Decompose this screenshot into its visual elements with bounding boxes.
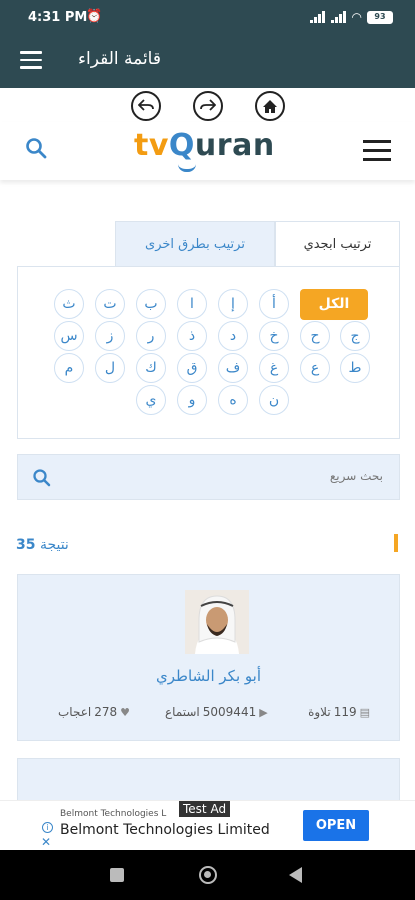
like-label: اعجاب	[58, 705, 92, 719]
letter-button[interactable]: ي	[136, 385, 166, 415]
document-icon: ▤	[359, 705, 370, 719]
listen-count: 5009441	[202, 705, 257, 719]
ad-banner[interactable]: Test Ad Belmont Technologies L i ✕ Belmo…	[0, 800, 415, 850]
logo-uran: uran	[194, 128, 275, 163]
logo-q: Q	[168, 128, 195, 163]
tilawa-label: تلاوة	[308, 705, 331, 719]
search-icon[interactable]	[32, 468, 52, 488]
letter-button[interactable]: ح	[300, 321, 330, 351]
letters-panel: الكل أ إ ا ب ت ث ج ح خ د ذ ر ز س ط ع غ ف…	[17, 266, 400, 439]
android-home-icon[interactable]	[199, 866, 217, 884]
letter-button[interactable]: ن	[259, 385, 289, 415]
results-count: 35 نتيجة	[16, 537, 69, 553]
app-bar: قائمة القراء	[0, 36, 415, 88]
stat-tilawa: تلاوة 119 ▤	[308, 705, 370, 719]
listen-label: استماع	[165, 705, 200, 719]
alarm-icon: ⏰	[86, 9, 103, 24]
letter-button[interactable]: غ	[259, 353, 289, 383]
letter-button[interactable]: ت	[95, 289, 125, 319]
app-title: قائمة القراء	[78, 49, 161, 69]
sort-tabs: ترتيب بطرق اخرى ترتيب ابجدي	[115, 221, 400, 268]
letter-button[interactable]: أ	[259, 289, 289, 319]
all-letters-button[interactable]: الكل	[300, 289, 368, 320]
status-icons: ◠ 93	[309, 10, 393, 24]
wifi-icon: ◠	[351, 10, 362, 24]
menu-icon[interactable]	[20, 51, 42, 69]
battery-icon: 93	[367, 10, 393, 24]
ad-title[interactable]: Belmont Technologies Limited	[60, 822, 270, 838]
logo-bubble-icon	[178, 164, 196, 172]
results-label: نتيجة	[39, 537, 69, 553]
letter-button[interactable]: ل	[95, 353, 125, 383]
letter-button[interactable]: ج	[340, 321, 370, 351]
letter-button[interactable]: ا	[177, 289, 207, 319]
search-icon[interactable]	[24, 136, 48, 160]
forward-arrow-icon[interactable]	[193, 91, 223, 121]
android-nav-bar	[0, 850, 415, 900]
letter-button[interactable]: ر	[136, 321, 166, 351]
ad-advertiser: Belmont Technologies L	[60, 809, 167, 819]
letter-button[interactable]: د	[218, 321, 248, 351]
tab-alphabetical[interactable]: ترتيب ابجدي	[275, 221, 400, 268]
results-number: 35	[16, 537, 36, 553]
reader-card[interactable]: أبو بكر الشاطري تلاوة 119 ▤ استماع 50094…	[17, 574, 400, 741]
stat-listen: استماع 5009441 ▶	[165, 705, 268, 719]
letter-button[interactable]: ذ	[177, 321, 207, 351]
stat-like: اعجاب 278 ♥	[58, 705, 130, 719]
ad-info-icon[interactable]: i	[42, 822, 53, 833]
letter-button[interactable]: ب	[136, 289, 166, 319]
letter-button[interactable]: ط	[340, 353, 370, 383]
tab-other-sort[interactable]: ترتيب بطرق اخرى	[115, 221, 275, 267]
logo-tv: tv	[134, 128, 169, 163]
android-back-icon[interactable]	[289, 867, 302, 883]
reader-name[interactable]: أبو بكر الشاطري	[18, 667, 399, 685]
recents-icon[interactable]	[110, 868, 124, 882]
tilawa-count: 119	[333, 705, 357, 719]
site-header: tvQuran	[0, 122, 415, 180]
letter-button[interactable]: ث	[54, 289, 84, 319]
letter-button[interactable]: خ	[259, 321, 289, 351]
letter-button[interactable]: م	[54, 353, 84, 383]
letter-button[interactable]: ز	[95, 321, 125, 351]
like-count: 278	[94, 705, 118, 719]
letter-button[interactable]: ه	[218, 385, 248, 415]
status-time: 4:31 PM	[28, 10, 88, 25]
signal-icon	[330, 11, 347, 23]
signal-icon	[309, 11, 326, 23]
letter-button[interactable]: ك	[136, 353, 166, 383]
reader-stats: تلاوة 119 ▤ استماع 5009441 ▶ اعجاب 278 ♥	[18, 705, 399, 725]
home-icon[interactable]	[255, 91, 285, 121]
play-icon: ▶	[259, 705, 268, 719]
letter-button[interactable]: ع	[300, 353, 330, 383]
letter-button[interactable]: و	[177, 385, 207, 415]
letter-button[interactable]: س	[54, 321, 84, 351]
hamburger-menu-icon[interactable]	[363, 140, 391, 162]
section-marker	[394, 534, 398, 552]
letter-button[interactable]: ف	[218, 353, 248, 383]
ad-open-button[interactable]: OPEN	[303, 810, 369, 841]
status-bar: 4:31 PM ⏰ ◠ 93	[0, 0, 415, 36]
site-logo[interactable]: tvQuran	[134, 128, 275, 163]
heart-icon: ♥	[120, 705, 130, 719]
back-arrow-icon[interactable]	[131, 91, 161, 121]
ad-close-icon[interactable]: ✕	[41, 835, 51, 849]
quick-search-bar	[17, 454, 400, 500]
reader-avatar[interactable]	[185, 590, 249, 654]
ad-label: Test Ad	[179, 801, 231, 817]
quick-search-input[interactable]	[183, 469, 383, 483]
letter-button[interactable]: ق	[177, 353, 207, 383]
letter-button[interactable]: إ	[218, 289, 248, 319]
